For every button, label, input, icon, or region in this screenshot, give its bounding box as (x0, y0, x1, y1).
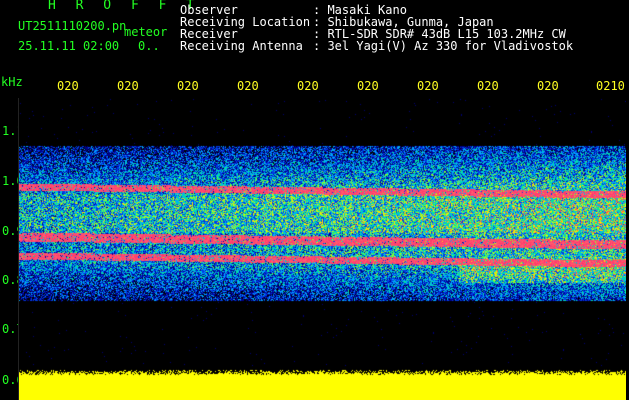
x-tick: 020 (417, 79, 439, 93)
spectrogram-canvas (18, 98, 626, 400)
y-axis-line (18, 98, 19, 400)
y-tick: 0.7 (2, 322, 24, 336)
x-tick: 020 (297, 79, 319, 93)
meteor-label: meteor (124, 25, 168, 39)
date-time: 25.11.11 02:00 (18, 39, 120, 53)
y-axis-unit: kHz (1, 75, 23, 89)
x-tick: 020 (237, 79, 259, 93)
y-tick: 1.0 (2, 174, 24, 188)
spectrogram-plot (18, 98, 626, 400)
x-tick: 020 (477, 79, 499, 93)
header-label-antenna: Receiving Antenna (180, 39, 303, 53)
header-value-antenna: : 3el Yagi(V) Az 330 for Vladivostok (313, 39, 574, 53)
x-tick: 020 (537, 79, 559, 93)
y-tick: 0.9 (2, 224, 24, 238)
x-tick: 020 (177, 79, 199, 93)
count-readout: 0.. (138, 39, 160, 53)
x-tick: 020 (57, 79, 79, 93)
x-tick: 0210 (596, 79, 625, 93)
y-tick: 0.8 (2, 273, 24, 287)
y-tick: 0.6 (2, 373, 24, 387)
hrofft-window: H R O F F T UT2511110200.pn meteor 25.11… (0, 0, 629, 400)
x-tick: 020 (117, 79, 139, 93)
y-tick: 1.1 (2, 124, 24, 138)
x-tick: 020 (357, 79, 379, 93)
app-brand: H R O F F T (48, 0, 201, 13)
file-name: UT2511110200.pn (18, 19, 127, 33)
